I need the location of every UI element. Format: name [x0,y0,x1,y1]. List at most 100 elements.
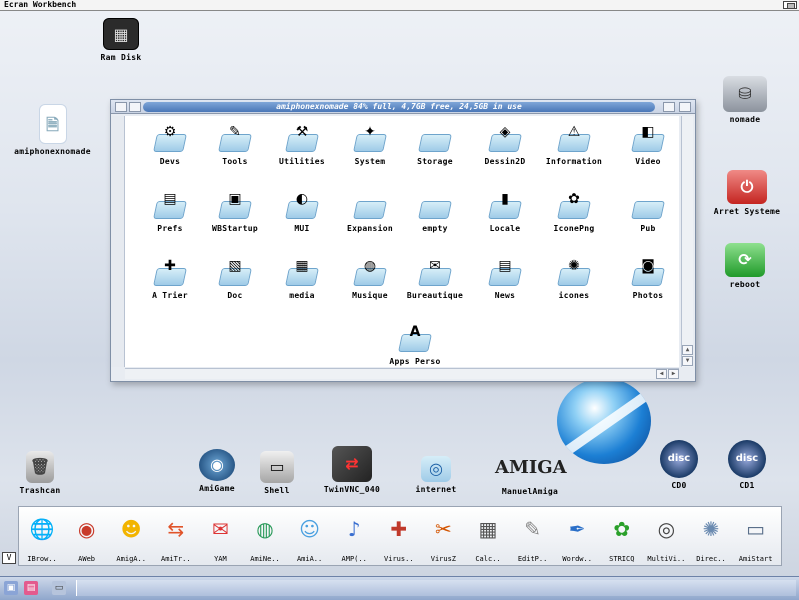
window-title: amiphonexnomade 84% full, 4,7GB free, 24… [143,102,655,112]
desktop-icon-amiphonexnomade[interactable]: 🗎 amiphonexnomade [0,104,105,156]
drawer-dessin2d[interactable]: ◈ Dessin2D [470,122,540,166]
dock-item-editp-[interactable]: ✎ EditP.. [512,509,554,563]
drawer-label: Pub [640,224,656,233]
scroll-down-button[interactable]: ▼ [682,356,693,366]
window-content[interactable]: ⚙ Devs ✎ Tools ⚒ Utilities ✦ System Storage ◈ Dess… [125,116,679,367]
drawer-bureautique[interactable]: ✉ Bureautique [400,256,470,300]
taskbar-workbench-icon[interactable]: ▣ [4,581,18,595]
amigame-icon: ◉ [199,449,235,481]
drawer-media[interactable]: ▦ media [267,256,337,300]
scroll-up-button[interactable]: ▲ [682,345,693,355]
desktop-icon-trashcan[interactable]: 🗑 Trashcan [6,451,74,495]
drawer-icon [418,122,452,152]
drawer-iconepng[interactable]: ✿ IconePng [539,189,609,233]
dock-item-yam[interactable]: ✉ YAM [199,509,241,563]
horizontal-scrollbar[interactable]: ◀ ▶ [125,368,679,379]
drawer-pub[interactable]: Pub [613,189,683,233]
drawer-label: System [354,157,386,166]
drawer-empty[interactable]: empty [400,189,470,233]
dock-item-wordw-[interactable]: ✒ Wordw.. [556,509,598,563]
iconify-gadget[interactable] [129,102,141,112]
desktop-icon-ram-disk[interactable]: ▦ Ram Disk [86,18,156,62]
close-gadget[interactable] [115,102,127,112]
window-title-bar[interactable]: amiphonexnomade 84% full, 4,7GB free, 24… [111,100,695,114]
taskbar-app-icon[interactable]: ▤ [24,581,38,595]
drawer-icon: ⚒ [285,122,319,152]
drawer-symbol-icon: ◈ [499,124,511,140]
drawer-tools[interactable]: ✎ Tools [200,122,270,166]
drawer-wbstartup[interactable]: ▣ WBStartup [200,189,270,233]
drawer-utilities[interactable]: ⚒ Utilities [267,122,337,166]
drawer-prefs[interactable]: ▤ Prefs [135,189,205,233]
screen-depth-gadget[interactable] [783,1,797,9]
drawer-doc[interactable]: ▧ Doc [200,256,270,300]
drawer-symbol-icon [638,189,658,209]
internet-drawer-icon: ◎ [421,456,451,482]
desktop-icon-nomade[interactable]: ⛁ nomade [712,76,778,124]
scroll-right-button[interactable]: ▶ [668,369,679,379]
dock-app-icon: ✂ [435,517,452,541]
dock-item-label: AmiTr.. [161,555,191,563]
desktop-icon-twinvnc[interactable]: ⇄ TwinVNC_040 [314,446,390,494]
desktop-icon-arret-systeme[interactable]: ⏻ Arret Systeme [702,170,792,216]
dock-item-amia-[interactable]: ☺ AmiA.. [289,509,331,563]
drawer-icon: ▧ [218,256,252,286]
screen-title: Ecran Workbench [4,0,77,9]
desktop-icon-manuelamiga[interactable]: AMIGA ManuelAmiga [490,452,570,496]
dock-item-aweb[interactable]: ◉ AWeb [66,509,108,563]
drawer-apps-perso[interactable]: A Apps Perso [380,322,450,366]
trashcan-label: Trashcan [19,486,61,495]
dock-item-virusz[interactable]: ✂ VirusZ [422,509,464,563]
taskbar[interactable]: ▣ ▤ ▭ [0,576,799,600]
drawer-symbol-icon: ✿ [568,191,580,207]
drawer-symbol-icon: ✦ [364,124,376,140]
dock-toggle-button[interactable]: V [2,552,16,564]
drawer-symbol-icon: ⚒ [295,124,309,140]
drawer-a-trier[interactable]: ✚ A Trier [135,256,205,300]
desktop-icon-amigame[interactable]: ◉ AmiGame [186,449,248,493]
drawer-window[interactable]: amiphonexnomade 84% full, 4,7GB free, 24… [110,99,696,382]
desktop-icon-cd0[interactable]: disc CD0 [656,440,702,490]
dock-item-virus-[interactable]: ✚ Virus.. [378,509,420,563]
dock-item-amp-[interactable]: ♪ AMP(.. [333,509,375,563]
drawer-label: MUI [294,224,310,233]
drawer-expansion[interactable]: Expansion [335,189,405,233]
dock-item-amitr-[interactable]: ⇆ AmiTr.. [155,509,197,563]
desktop-icon-reboot[interactable]: ⟳ reboot [712,243,778,289]
dock-item-stricq[interactable]: ✿ STRICQ [601,509,643,563]
drawer-news[interactable]: ▤ News [470,256,540,300]
shell-label: Shell [264,486,290,495]
depth-gadget[interactable] [679,102,691,112]
app-dock[interactable]: 🌐 IBrow.. ◉ AWeb ☻ AmigA.. ⇆ AmiTr.. ✉ YAM ◍ AmiNe.… [18,506,782,566]
desktop-icon-cd1[interactable]: disc CD1 [724,440,770,490]
drawer-devs[interactable]: ⚙ Devs [135,122,205,166]
vertical-scrollbar[interactable]: ▲ ▼ [681,116,693,367]
dock-item-amistart[interactable]: ▭ AmiStart [735,509,777,563]
desktop-icon-shell[interactable]: ▭ Shell [252,451,302,495]
dock-item-multivi-[interactable]: ◎ MultiVi.. [645,509,687,563]
drawer-mui[interactable]: ◐ MUI [267,189,337,233]
dock-item-label: AMP(.. [341,555,367,563]
dock-item-direc-[interactable]: ✺ Direc.. [690,509,732,563]
desktop-icon-internet[interactable]: ◎ internet [404,456,468,494]
zoom-gadget[interactable] [663,102,675,112]
dock-item-amine-[interactable]: ◍ AmiNe.. [244,509,286,563]
drawer-information[interactable]: ⚠ Information [539,122,609,166]
scroll-left-button[interactable]: ◀ [656,369,667,379]
drawer-musique[interactable]: ◍ Musique [335,256,405,300]
drawer-photos[interactable]: ◙ Photos [613,256,683,300]
dock-app-icon: ✎ [524,517,541,541]
taskbar-window-icon[interactable]: ▭ [52,581,66,595]
dock-item-label: MultiVi.. [647,555,686,563]
drawer-symbol-icon: ✚ [164,258,176,274]
dock-item-calc-[interactable]: ▦ Calc.. [467,509,509,563]
screen-title-bar[interactable]: Ecran Workbench [0,0,799,11]
dock-item-amiga-[interactable]: ☻ AmigA.. [110,509,152,563]
drawer-icones[interactable]: ✺ icones [539,256,609,300]
drawer-locale[interactable]: ▮ Locale [470,189,540,233]
drawer-system[interactable]: ✦ System [335,122,405,166]
drawer-video[interactable]: ◧ Video [613,122,683,166]
drawer-storage[interactable]: Storage [400,122,470,166]
dock-item-ibrow-[interactable]: 🌐 IBrow.. [21,509,63,563]
drawer-symbol-icon: ⚙ [163,124,177,140]
